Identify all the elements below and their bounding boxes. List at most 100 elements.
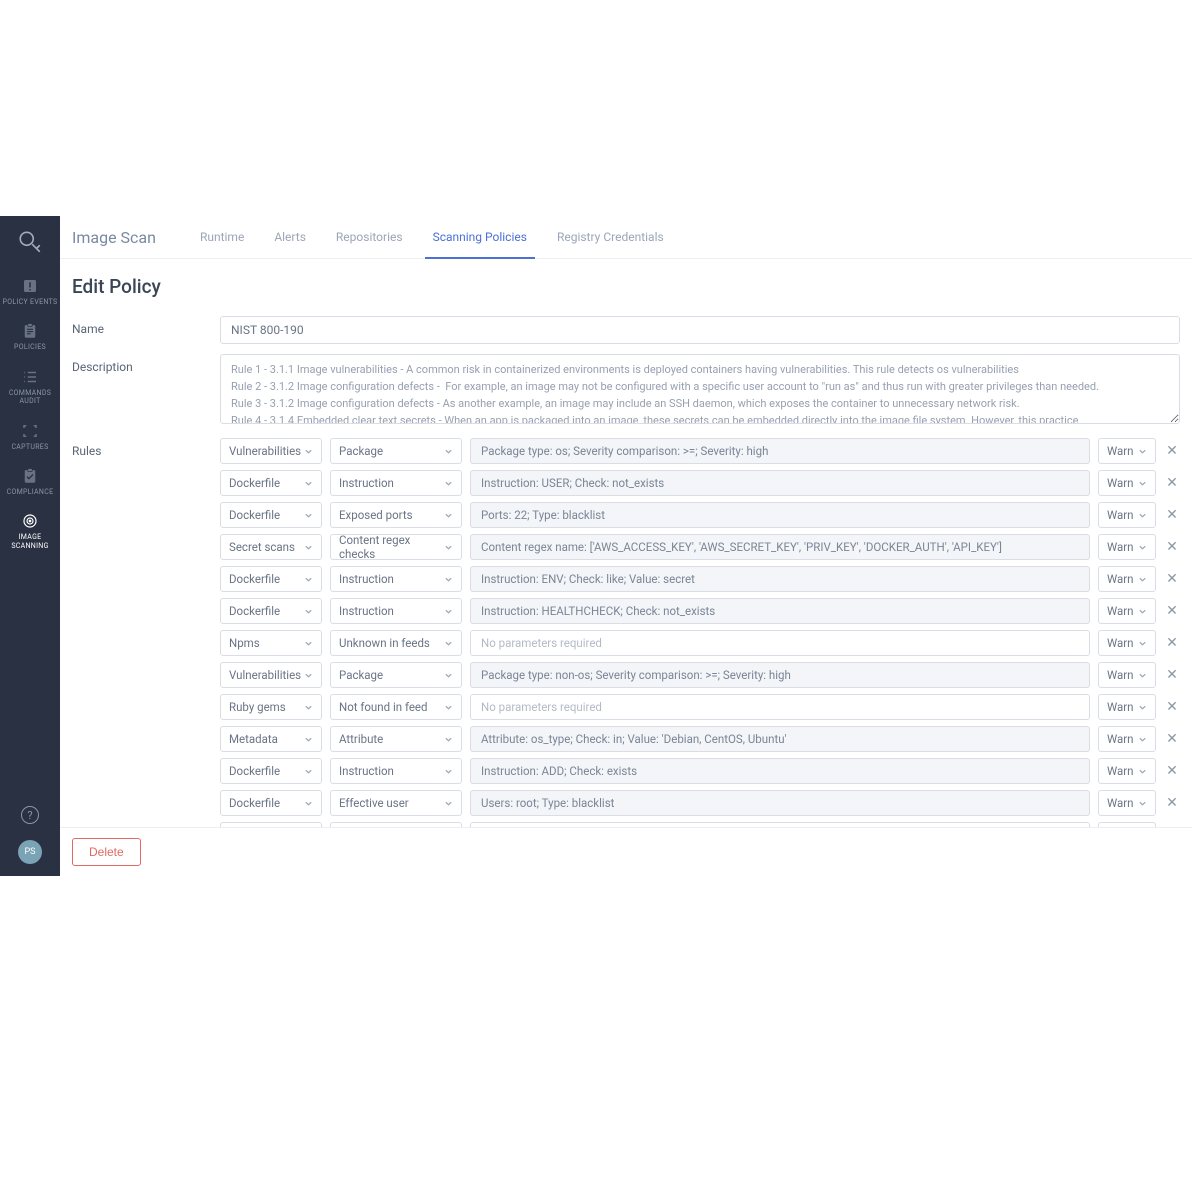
sidebar-item-commands-audit[interactable]: COMMANDS AUDIT [0, 360, 60, 414]
rule-row: Secret scans Content regex checks Content … [220, 534, 1180, 560]
trigger-select[interactable]: Instruction [330, 566, 462, 592]
params-field[interactable]: Instruction: ADD; Check: exists [470, 758, 1090, 784]
tab-runtime[interactable]: Runtime [200, 216, 244, 258]
name-field[interactable] [220, 316, 1180, 344]
gate-select[interactable]: Ruby gems [220, 694, 322, 720]
tab-alerts[interactable]: Alerts [274, 216, 306, 258]
chevron-down-icon [304, 639, 313, 648]
params-field[interactable]: Instruction: HEALTHCHECK; Check: not_exi… [470, 598, 1090, 624]
trigger-select[interactable]: Package [330, 662, 462, 688]
sidebar-item-captures[interactable]: CAPTURES [0, 414, 60, 459]
chevron-down-icon [444, 511, 453, 520]
remove-rule-button[interactable]: ✕ [1164, 667, 1180, 683]
avatar[interactable]: PS [18, 840, 42, 864]
gate-select[interactable]: Secret scans [220, 534, 322, 560]
action-select[interactable]: Warn [1098, 502, 1156, 528]
trigger-select[interactable]: Exposed ports [330, 502, 462, 528]
trigger-select[interactable]: Instruction [330, 598, 462, 624]
scan-icon [21, 512, 39, 530]
remove-rule-button[interactable]: ✕ [1164, 475, 1180, 491]
trigger-select[interactable]: Attribute [330, 726, 462, 752]
delete-button[interactable]: Delete [72, 838, 141, 866]
remove-rule-button[interactable]: ✕ [1164, 763, 1180, 779]
action-select[interactable]: Warn [1098, 598, 1156, 624]
params-field[interactable]: Instruction: USER; Check: not_exists [470, 470, 1090, 496]
rule-row: Vulnerabilities Package Package type: os; … [220, 438, 1180, 464]
sidebar-item-policies[interactable]: POLICIES [0, 314, 60, 359]
chevron-down-icon [1138, 671, 1147, 680]
tab-repositories[interactable]: Repositories [336, 216, 403, 258]
chevron-down-icon [444, 671, 453, 680]
action-select[interactable]: Warn [1098, 470, 1156, 496]
params-field[interactable]: Attribute: os_type; Check: in; Value: 'D… [470, 726, 1090, 752]
chevron-down-icon [304, 575, 313, 584]
trigger-select[interactable]: Instruction [330, 470, 462, 496]
trigger-select[interactable]: Effective user [330, 790, 462, 816]
params-field[interactable]: Content regex name: ['AWS_ACCESS_KEY', '… [470, 534, 1090, 560]
sidebar-label: COMPLIANCE [7, 488, 54, 496]
remove-rule-button[interactable]: ✕ [1164, 699, 1180, 715]
gate-select[interactable]: Dockerfile [220, 598, 322, 624]
params-field[interactable]: Package type: os; Severity comparison: >… [470, 438, 1090, 464]
name-label: Name [72, 316, 220, 336]
chevron-down-icon [304, 703, 313, 712]
gate-select[interactable]: Vulnerabilities [220, 662, 322, 688]
action-select[interactable]: Warn [1098, 534, 1156, 560]
sidebar: POLICY EVENTS POLICIES COMMANDS AUDIT CA… [0, 216, 60, 876]
footer: Delete [60, 827, 1192, 876]
params-field[interactable]: Users: root; Type: blacklist [470, 790, 1090, 816]
chevron-down-icon [444, 767, 453, 776]
alert-square-icon [21, 277, 39, 295]
action-select[interactable]: Warn [1098, 726, 1156, 752]
action-select[interactable]: Warn [1098, 790, 1156, 816]
trigger-select[interactable]: Content regex checks [330, 534, 462, 560]
trigger-select[interactable]: Instruction [330, 758, 462, 784]
gate-select[interactable]: Dockerfile [220, 758, 322, 784]
gate-select[interactable]: Dockerfile [220, 502, 322, 528]
action-select[interactable]: Warn [1098, 438, 1156, 464]
params-field[interactable]: Instruction: ENV; Check: like; Value: se… [470, 566, 1090, 592]
gate-select[interactable]: Npms [220, 630, 322, 656]
rule-row: Npms Unknown in feeds No parameters requir… [220, 630, 1180, 656]
gate-select[interactable]: Dockerfile [220, 470, 322, 496]
rule-row: Dockerfile Instruction Instruction: ENV; C… [220, 566, 1180, 592]
action-select[interactable]: Warn [1098, 758, 1156, 784]
action-select[interactable]: Warn [1098, 662, 1156, 688]
gate-select[interactable]: Vulnerabilities [220, 438, 322, 464]
clipboard-icon [21, 322, 39, 340]
chevron-down-icon [1138, 799, 1147, 808]
chevron-down-icon [1138, 511, 1147, 520]
remove-rule-button[interactable]: ✕ [1164, 507, 1180, 523]
gate-select[interactable]: Dockerfile [220, 790, 322, 816]
remove-rule-button[interactable]: ✕ [1164, 795, 1180, 811]
remove-rule-button[interactable]: ✕ [1164, 731, 1180, 747]
chevron-down-icon [304, 767, 313, 776]
trigger-select[interactable]: Not found in feed [330, 694, 462, 720]
action-select[interactable]: Warn [1098, 630, 1156, 656]
sidebar-item-compliance[interactable]: COMPLIANCE [0, 459, 60, 504]
sidebar-item-image-scanning[interactable]: IMAGE SCANNING [0, 504, 60, 558]
action-select[interactable]: Warn [1098, 694, 1156, 720]
params-field[interactable]: Ports: 22; Type: blacklist [470, 502, 1090, 528]
gate-select[interactable]: Metadata [220, 726, 322, 752]
params-field[interactable]: No parameters required [470, 694, 1090, 720]
trigger-select[interactable]: Package [330, 438, 462, 464]
trigger-select[interactable]: Unknown in feeds [330, 630, 462, 656]
action-select[interactable]: Warn [1098, 566, 1156, 592]
chevron-down-icon [1138, 735, 1147, 744]
help-icon[interactable]: ? [21, 806, 39, 824]
tab-scanning-policies[interactable]: Scanning Policies [433, 216, 527, 258]
tab-registry-credentials[interactable]: Registry Credentials [557, 216, 664, 258]
chevron-down-icon [444, 479, 453, 488]
gate-select[interactable]: Dockerfile [220, 566, 322, 592]
remove-rule-button[interactable]: ✕ [1164, 539, 1180, 555]
params-field[interactable]: Package type: non-os; Severity compariso… [470, 662, 1090, 688]
remove-rule-button[interactable]: ✕ [1164, 635, 1180, 651]
description-field[interactable] [220, 354, 1180, 424]
sidebar-item-policy-events[interactable]: POLICY EVENTS [0, 269, 60, 314]
remove-rule-button[interactable]: ✕ [1164, 443, 1180, 459]
remove-rule-button[interactable]: ✕ [1164, 603, 1180, 619]
chevron-down-icon [1138, 639, 1147, 648]
params-field[interactable]: No parameters required [470, 630, 1090, 656]
remove-rule-button[interactable]: ✕ [1164, 571, 1180, 587]
